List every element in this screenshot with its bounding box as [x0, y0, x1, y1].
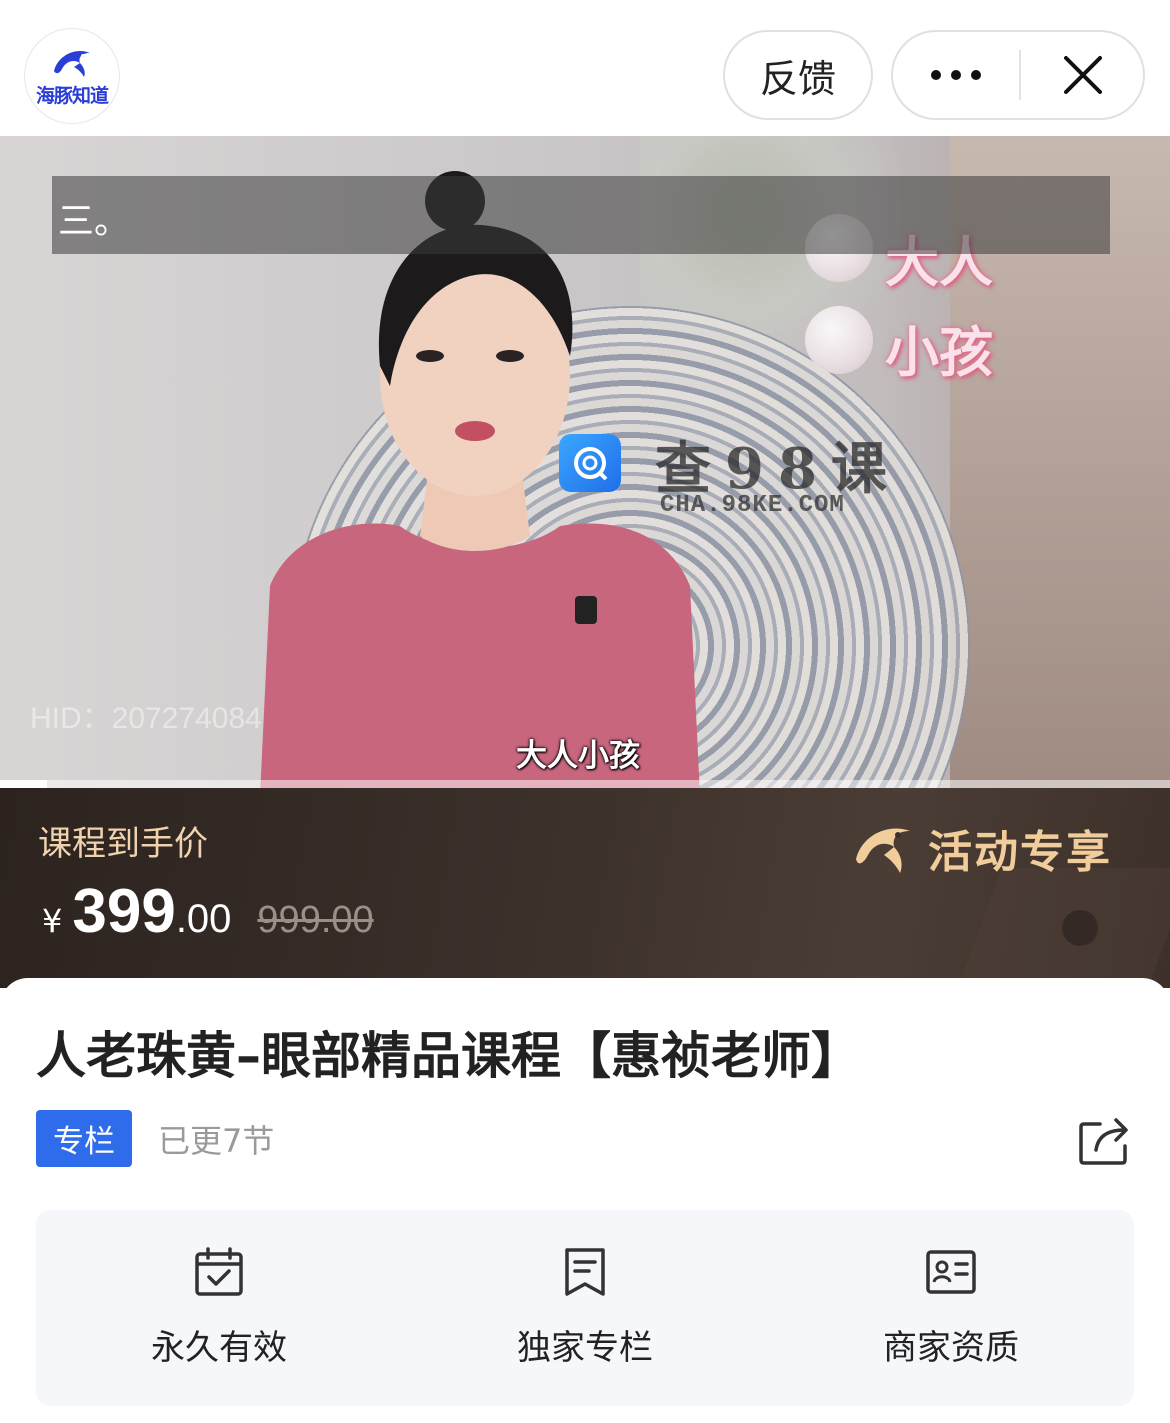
price-integer: 399: [72, 877, 176, 946]
video-player[interactable]: 大人 小孩 三。 查98课 CHA.98KE.COM HID：207274084…: [0, 136, 1170, 788]
original-price: 999.00: [257, 899, 374, 941]
video-tag-child: 小孩: [885, 321, 993, 384]
app-logo[interactable]: 海豚知道: [24, 28, 120, 124]
feature-permanent[interactable]: 永久有效: [36, 1210, 402, 1406]
more-dots-icon: [931, 70, 981, 80]
tag-check-icon: [805, 306, 873, 374]
close-button[interactable]: [1021, 32, 1145, 118]
price-row: ¥ 399 .00 999.00: [42, 876, 374, 947]
price-label: 课程到手价: [38, 824, 208, 864]
feature-merchant-qualification[interactable]: 商家资质: [768, 1210, 1134, 1406]
activity-badge: 活动专享: [852, 816, 1112, 880]
course-info-card: 人老珠黄–眼部精品课程【惠祯老师】 专栏 已更7节 永久有效 独家专栏 商家资质: [0, 978, 1170, 1423]
video-progress-bar[interactable]: [0, 780, 1170, 788]
calendar-check-icon: [195, 1247, 243, 1296]
watermark-logo-icon: [559, 434, 621, 492]
feature-label: 商家资质: [883, 1328, 1019, 1368]
price-decimal: .00: [175, 897, 232, 941]
overlay-text: 三。: [58, 201, 131, 242]
update-count: 已更7节: [158, 1122, 275, 1160]
price-banner: 课程到手价 ¥ 399 .00 999.00 活动专享: [0, 788, 1170, 988]
mini-program-capsule: [891, 30, 1145, 120]
feature-label: 永久有效: [151, 1328, 287, 1368]
banner-decoration-dot: [1062, 910, 1098, 946]
more-button[interactable]: [893, 32, 1019, 118]
share-icon[interactable]: [1078, 1114, 1130, 1166]
video-subtitle: 大人小孩: [516, 738, 640, 774]
video-progress-fill: [0, 780, 47, 788]
logo-text: 海豚知道: [35, 84, 109, 107]
feature-panel: 永久有效 独家专栏 商家资质: [36, 1210, 1134, 1406]
feature-label: 独家专栏: [517, 1328, 653, 1368]
watermark-url: CHA.98KE.COM: [660, 492, 845, 519]
dolphin-icon: [856, 828, 910, 873]
video-overlay-bar: 三。: [52, 176, 1110, 254]
bookmark-list-icon: [565, 1248, 605, 1296]
hid-watermark: HID：207274084: [30, 702, 262, 735]
currency-symbol: ¥: [42, 902, 63, 940]
id-card-icon: [926, 1250, 976, 1294]
close-icon: [1064, 56, 1102, 94]
course-title: 人老珠黄–眼部精品课程【惠祯老师】: [36, 1027, 861, 1085]
activity-label: 活动专享: [928, 827, 1112, 878]
feature-exclusive-column[interactable]: 独家专栏: [402, 1210, 768, 1406]
feedback-button[interactable]: 反馈: [723, 30, 873, 120]
column-badge: 专栏: [36, 1110, 132, 1167]
dolphin-icon: [54, 50, 90, 77]
top-bar: 海豚知道 反馈: [0, 0, 1170, 136]
